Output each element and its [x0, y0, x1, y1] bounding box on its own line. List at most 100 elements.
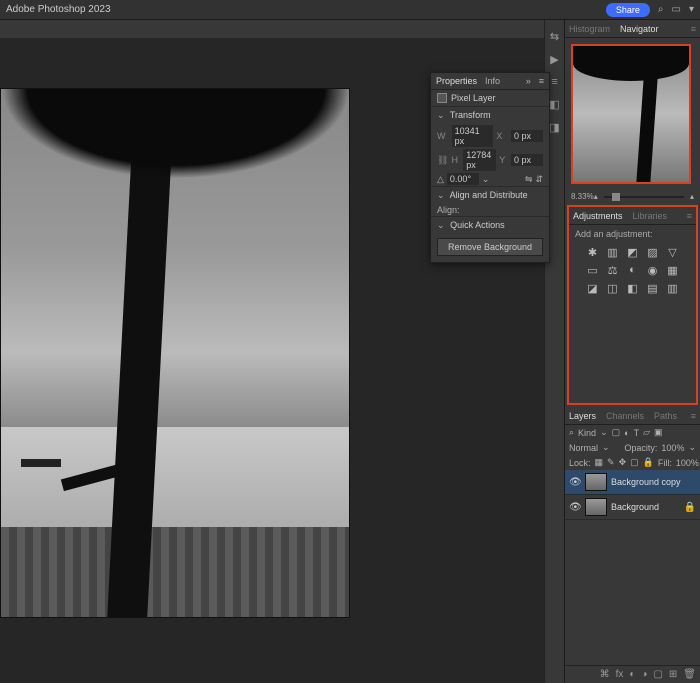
flip-h-icon[interactable]: ⇋	[525, 174, 533, 185]
mask-icon[interactable]: ◐	[629, 669, 635, 680]
levels-icon[interactable]: ▥	[606, 245, 620, 259]
bw-icon[interactable]: ◐	[626, 263, 640, 277]
threshold-icon[interactable]: ◧	[626, 281, 640, 295]
zoom-value[interactable]: 8.33%	[571, 192, 594, 201]
blend-opacity-row: Normal ⌄ Opacity: 100% ⌄	[565, 440, 700, 455]
tab-channels[interactable]: Channels	[606, 411, 644, 421]
brightness-icon[interactable]: ✱	[586, 245, 600, 259]
panel-menu-icon[interactable]: ≡	[691, 411, 696, 421]
panel-menu-icon[interactable]: ≡	[539, 76, 544, 86]
zoom-in-icon[interactable]: ▴	[690, 192, 694, 201]
vibrance-icon[interactable]: ▽	[666, 245, 680, 259]
tab-properties[interactable]: Properties	[436, 76, 477, 86]
tab-navigator[interactable]: Navigator	[620, 24, 659, 34]
y-input[interactable]: 0 px	[511, 154, 543, 166]
group-icon[interactable]: ▢	[653, 669, 662, 680]
lock-paint-icon[interactable]: ✎	[607, 457, 615, 468]
chevron-down-icon[interactable]: ⌄	[482, 174, 490, 185]
filter-search-icon[interactable]: ⌕	[569, 427, 574, 438]
document-tab-strip[interactable]	[0, 20, 544, 38]
angle-icon: △	[437, 174, 444, 185]
chevron-down-icon[interactable]: ⌄	[602, 442, 610, 453]
layer-name[interactable]: Background	[611, 502, 659, 512]
lock-nest-icon[interactable]: ▢	[630, 457, 639, 468]
remove-background-button[interactable]: Remove Background	[437, 238, 543, 256]
navigator-thumbnail[interactable]	[571, 44, 691, 184]
color-balance-icon[interactable]: ⚖	[606, 263, 620, 277]
adjustments-label: Add an adjustment:	[569, 225, 696, 243]
chevron-down-icon[interactable]: ⌄	[688, 442, 696, 453]
new-layer-icon[interactable]: ⊞	[669, 669, 677, 680]
lock-trans-icon[interactable]: ▦	[595, 457, 604, 468]
chevron-down-icon[interactable]: ⌄	[437, 220, 445, 231]
visibility-icon[interactable]: 👁	[569, 477, 581, 488]
zoom-slider[interactable]	[604, 196, 684, 198]
transform-section: ⌄ Transform	[431, 106, 549, 124]
link-layers-icon[interactable]: ⌘	[600, 669, 610, 680]
tab-histogram[interactable]: Histogram	[569, 24, 610, 34]
fill-value[interactable]: 100%	[676, 458, 699, 468]
width-input[interactable]: 10341 px	[452, 125, 494, 147]
layer-item[interactable]: 👁 Background copy	[565, 470, 700, 495]
properties-panel[interactable]: Properties Info » ≡ Pixel Layer ⌄ Transf…	[430, 72, 550, 263]
blend-mode-select[interactable]: Normal	[569, 443, 598, 453]
posterize-icon[interactable]: ◫	[606, 281, 620, 295]
invert-icon[interactable]: ◪	[586, 281, 600, 295]
share-button[interactable]: Share	[606, 3, 650, 17]
lock-all-icon[interactable]: 🔒	[643, 457, 654, 468]
layer-thumbnail[interactable]	[585, 498, 607, 516]
rail-icon-3[interactable]: ≡	[551, 76, 557, 88]
filter-pixel-icon[interactable]: ▢	[612, 427, 621, 438]
filter-type-icon[interactable]: T	[634, 428, 640, 438]
hue-sat-icon[interactable]: ▭	[586, 263, 600, 277]
layers-tabs: Layers Channels Paths ≡	[565, 407, 700, 425]
height-input[interactable]: 12784 px	[463, 149, 496, 171]
canvas-image[interactable]	[0, 88, 350, 618]
new-adj-icon[interactable]: ◑	[641, 669, 647, 680]
chevron-down-icon[interactable]: ⌄	[437, 110, 445, 121]
rail-icon-5[interactable]: ◨	[549, 121, 559, 134]
channel-mixer-icon[interactable]: ▦	[666, 263, 680, 277]
fx-icon[interactable]: fx	[616, 669, 624, 680]
panel-menu-icon[interactable]: ≡	[687, 211, 692, 221]
filter-shape-icon[interactable]: ▱	[643, 427, 650, 438]
link-icon[interactable]: ⛓	[437, 155, 448, 166]
opacity-value[interactable]: 100%	[661, 443, 684, 453]
layer-thumbnail[interactable]	[585, 473, 607, 491]
tab-libraries[interactable]: Libraries	[633, 211, 668, 221]
flip-v-icon[interactable]: ⇵	[535, 174, 543, 185]
chevron-down-icon[interactable]: ⌄	[600, 427, 608, 438]
photo-filter-icon[interactable]: ◉	[646, 263, 660, 277]
angle-input[interactable]: 0.00°	[447, 173, 479, 185]
selective-color-icon[interactable]: ▥	[666, 281, 680, 295]
lock-icon[interactable]: 🔒	[684, 502, 696, 513]
filter-smart-icon[interactable]: ▣	[654, 427, 663, 438]
width-label: W	[437, 131, 449, 141]
chevron-down-icon[interactable]: ⌄	[437, 190, 445, 201]
gradient-map-icon[interactable]: ▤	[646, 281, 660, 295]
workspace-icon[interactable]: ▭	[672, 4, 681, 15]
zoom-out-icon[interactable]: ▴	[594, 192, 598, 201]
delete-icon[interactable]: 🗑	[683, 669, 696, 680]
tab-adjustments[interactable]: Adjustments	[573, 211, 623, 221]
panel-menu-icon[interactable]: ≡	[691, 24, 696, 34]
tab-paths[interactable]: Paths	[654, 411, 677, 421]
exposure-icon[interactable]: ▨	[646, 245, 660, 259]
rail-icon-2[interactable]: ▶	[550, 53, 558, 66]
filter-adj-icon[interactable]: ◐	[624, 428, 629, 438]
tab-info[interactable]: Info	[485, 76, 500, 86]
rail-icon-4[interactable]: ◧	[549, 98, 559, 111]
align-label-row: Align:	[431, 204, 549, 216]
layer-name[interactable]: Background copy	[611, 477, 681, 487]
visibility-icon[interactable]: 👁	[569, 502, 581, 513]
rail-icon-1[interactable]: ⇆	[550, 30, 559, 43]
lock-pos-icon[interactable]: ✥	[619, 457, 627, 468]
search-icon[interactable]: ⌕	[658, 4, 664, 15]
curves-icon[interactable]: ◩	[626, 245, 640, 259]
chevron-down-icon[interactable]: ▾	[689, 4, 694, 15]
layer-item[interactable]: 👁 Background 🔒	[565, 495, 700, 520]
transform-title: Transform	[450, 110, 491, 120]
x-input[interactable]: 0 px	[511, 130, 543, 142]
tab-layers[interactable]: Layers	[569, 411, 596, 421]
collapse-icon[interactable]: »	[526, 76, 531, 86]
